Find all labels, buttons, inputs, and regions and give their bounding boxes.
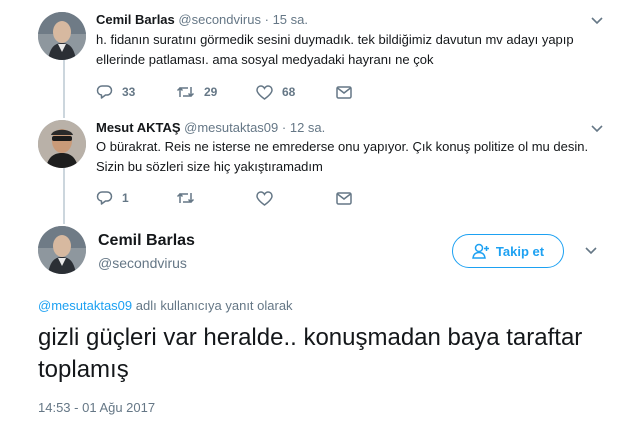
reply-count: 1 bbox=[122, 191, 129, 205]
add-user-icon bbox=[472, 243, 489, 259]
username[interactable]: @secondvirus bbox=[178, 12, 261, 27]
avatar[interactable] bbox=[38, 12, 86, 60]
retweet-button[interactable] bbox=[176, 188, 204, 208]
main-display-name[interactable]: Cemil Barlas bbox=[98, 232, 195, 250]
retweet-count: 29 bbox=[204, 85, 218, 99]
reply-to-link[interactable]: @mesutaktas09 bbox=[38, 298, 132, 313]
like-button[interactable] bbox=[256, 188, 282, 208]
reply-context: @mesutaktas09 adlı kullanıcıya yanıt ola… bbox=[38, 298, 293, 313]
follow-button-label: Takip et bbox=[495, 243, 545, 259]
reply-count: 33 bbox=[122, 85, 136, 99]
tweet-1[interactable]: Cemil Barlas @secondvirus · 15 sa. h. fi… bbox=[0, 0, 643, 112]
tweet-header: Cemil Barlas @secondvirus · 15 sa. bbox=[96, 12, 308, 27]
envelope-icon bbox=[336, 191, 352, 205]
avatar[interactable] bbox=[38, 120, 86, 168]
main-username[interactable]: @secondvirus bbox=[98, 255, 187, 271]
dm-button[interactable] bbox=[336, 188, 352, 208]
tweet-time[interactable]: 15 sa. bbox=[273, 12, 308, 27]
chevron-down-icon[interactable] bbox=[584, 246, 598, 256]
tweet-header: Mesut AKTAŞ @mesutaktas09 · 12 sa. bbox=[96, 120, 325, 135]
dm-button[interactable] bbox=[336, 82, 352, 102]
heart-icon bbox=[256, 190, 273, 206]
retweet-icon bbox=[176, 192, 195, 204]
tweet-text: h. fidanın suratını görmedik sesini duym… bbox=[96, 32, 574, 67]
chevron-down-icon[interactable] bbox=[590, 124, 604, 134]
tweet-text: O bürakrat. Reis ne isterse ne emrederse… bbox=[96, 139, 589, 174]
separator: · bbox=[264, 12, 269, 27]
separator: · bbox=[281, 120, 287, 135]
follow-button[interactable]: Takip et bbox=[452, 234, 564, 268]
reply-to-text: adlı kullanıcıya yanıt olarak bbox=[132, 298, 293, 313]
display-name[interactable]: Cemil Barlas bbox=[96, 12, 175, 27]
tweet-time[interactable]: 12 sa. bbox=[290, 120, 325, 135]
heart-icon bbox=[256, 84, 273, 100]
retweet-icon bbox=[176, 86, 195, 98]
tweet-2[interactable]: Mesut AKTAŞ @mesutaktas09 · 12 sa. O bür… bbox=[0, 112, 643, 220]
envelope-icon bbox=[336, 85, 352, 99]
tweet-timestamp[interactable]: 14:53 - 01 Ağu 2017 bbox=[38, 400, 155, 415]
main-avatar[interactable] bbox=[38, 226, 86, 274]
retweet-button[interactable]: 29 bbox=[176, 82, 217, 102]
reply-button[interactable]: 33 bbox=[96, 82, 135, 102]
display-name[interactable]: Mesut AKTAŞ bbox=[96, 120, 181, 135]
like-button[interactable]: 68 bbox=[256, 82, 295, 102]
username[interactable]: @mesutaktas09 bbox=[184, 120, 278, 135]
reply-button[interactable]: 1 bbox=[96, 188, 129, 208]
like-count: 68 bbox=[282, 85, 296, 99]
tweet-actions: 33 29 68 bbox=[96, 82, 396, 102]
tweet-actions: 1 bbox=[96, 188, 396, 208]
chevron-down-icon[interactable] bbox=[590, 16, 604, 26]
reply-icon bbox=[96, 85, 113, 99]
main-tweet-text: gizli güçleri var heralde.. konuşmadan b… bbox=[38, 324, 583, 383]
reply-icon bbox=[96, 191, 113, 205]
